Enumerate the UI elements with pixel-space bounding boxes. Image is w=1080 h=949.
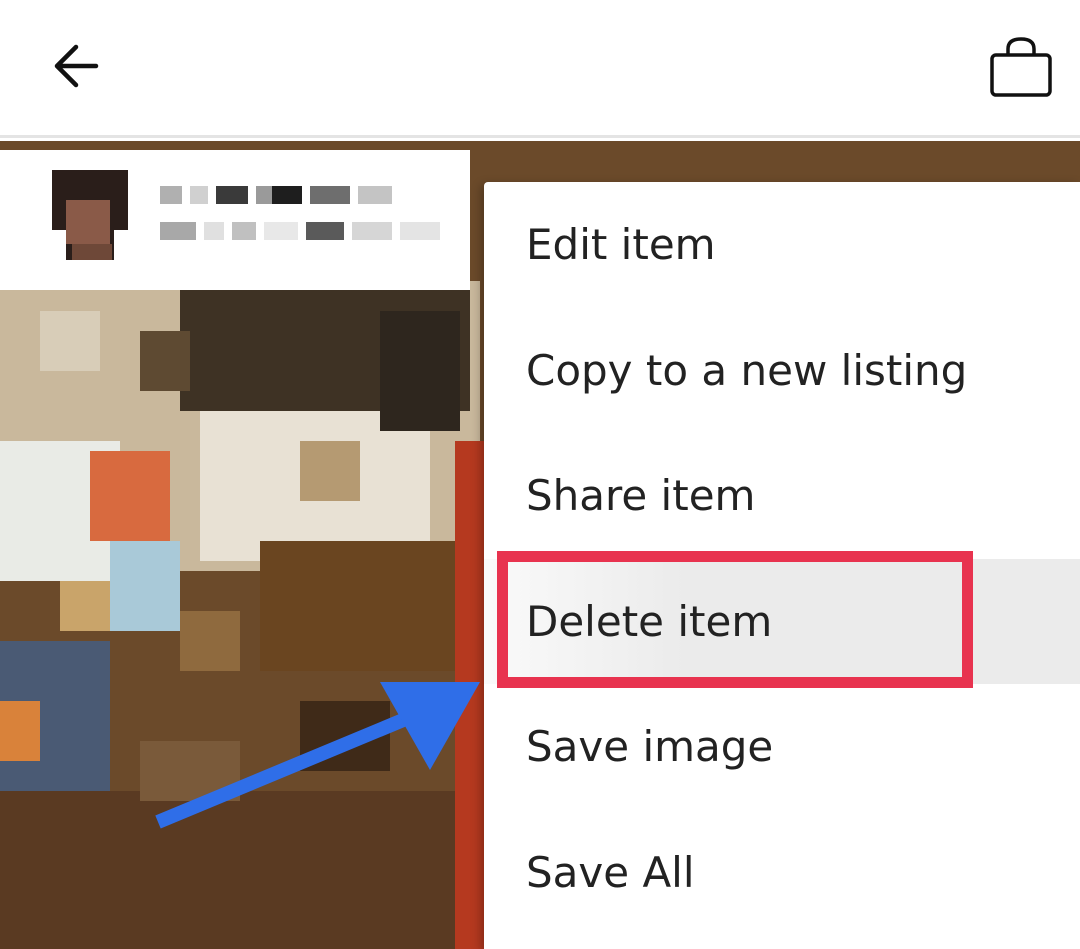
shopping-bag-button[interactable]: [982, 28, 1060, 106]
menu-item-save-image[interactable]: Save image: [484, 684, 1080, 809]
menu-item-share-item[interactable]: Share item: [484, 433, 1080, 558]
app-header: [0, 0, 1080, 138]
menu-item-copy-to-new-listing[interactable]: Copy to a new listing: [484, 308, 1080, 433]
menu-item-edit-item[interactable]: Edit item: [484, 182, 1080, 307]
pointer-arrow-icon: [140, 660, 500, 844]
menu-item-label: Save image: [526, 722, 774, 771]
menu-item-label: Share item: [526, 471, 756, 520]
seller-info[interactable]: [0, 150, 470, 290]
menu-item-label: Save All: [526, 848, 695, 897]
avatar: [52, 170, 128, 260]
menu-item-label: Edit item: [526, 220, 716, 269]
arrow-left-icon: [54, 44, 99, 88]
menu-item-save-all[interactable]: Save All: [484, 810, 1080, 935]
back-button[interactable]: [40, 30, 112, 102]
highlight-box: [497, 551, 973, 688]
seller-name-placeholder: [160, 184, 460, 254]
menu-item-label: Copy to a new listing: [526, 346, 968, 395]
shopping-bag-icon: [990, 37, 1052, 97]
